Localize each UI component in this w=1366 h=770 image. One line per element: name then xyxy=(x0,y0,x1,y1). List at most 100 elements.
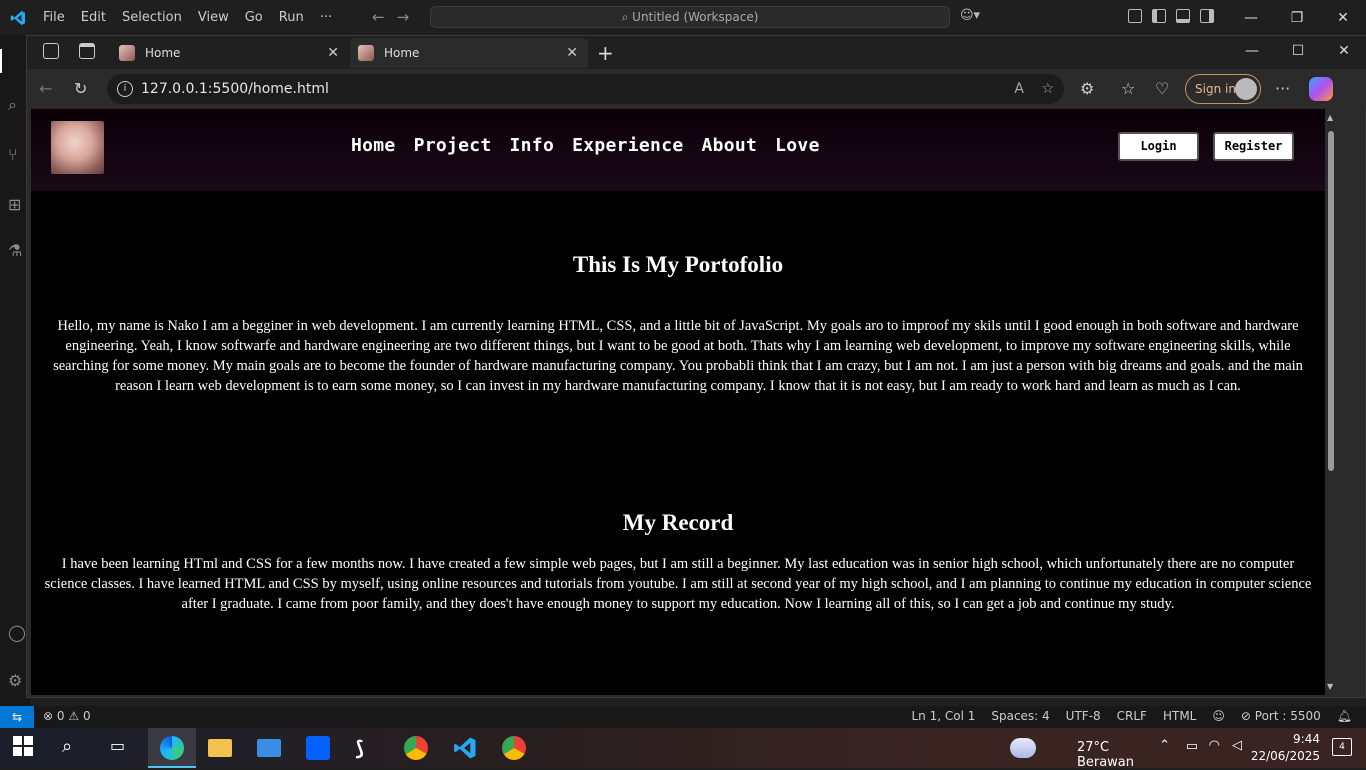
notification-center-icon[interactable]: 4 xyxy=(1332,738,1352,756)
nav-link-love[interactable]: Love xyxy=(775,135,820,156)
warning-count: 0 xyxy=(82,709,91,723)
menu-go[interactable]: Go xyxy=(237,0,271,35)
close-tab-icon[interactable]: ✕ xyxy=(566,45,578,61)
close-tab-icon[interactable]: ✕ xyxy=(327,45,339,61)
more-menu-icon[interactable]: ··· xyxy=(1275,79,1290,98)
tab-strip: Home ✕ Home ✕ + — ☐ ✕ xyxy=(27,36,1366,69)
back-arrow-icon[interactable]: ← xyxy=(372,8,397,26)
record-title: My Record xyxy=(622,510,734,535)
login-button[interactable]: Login xyxy=(1118,132,1199,161)
language-mode[interactable]: HTML xyxy=(1163,709,1196,723)
notifications-bell-icon[interactable]: 🔔︎ xyxy=(1337,709,1352,723)
minimize-icon[interactable]: — xyxy=(1229,36,1275,66)
edge-taskbar-button[interactable] xyxy=(148,728,196,768)
nav-link-experience[interactable]: Experience xyxy=(572,135,683,156)
volume-icon[interactable]: ◁ xyxy=(1232,738,1242,753)
toggle-panel-icon[interactable] xyxy=(1176,9,1190,23)
clock[interactable]: 9:44 22/06/2025 xyxy=(1251,731,1320,765)
site-favicon-icon xyxy=(358,45,374,61)
minimize-icon[interactable]: — xyxy=(1228,0,1274,35)
dropbox-icon[interactable] xyxy=(306,736,330,760)
live-server-port[interactable]: ⊘ Port : 5500 xyxy=(1241,709,1321,723)
scroll-up-icon[interactable]: ▲ xyxy=(1327,113,1333,122)
tray-chevron-icon[interactable]: ⌃ xyxy=(1159,738,1170,753)
new-tab-icon[interactable]: + xyxy=(597,41,614,65)
favorite-star-icon[interactable]: ☆ xyxy=(1041,74,1054,104)
site-logo[interactable] xyxy=(51,121,104,174)
customize-layout-icon[interactable] xyxy=(1128,9,1142,23)
account-icon[interactable]: ◯ xyxy=(8,623,28,643)
menu-run[interactable]: Run xyxy=(271,0,312,35)
encoding[interactable]: UTF-8 xyxy=(1066,709,1101,723)
command-center-search[interactable]: ⌕ Untitled (Workspace) xyxy=(430,6,950,28)
status-bar: ⇆ ⊗ 0 ⚠ 0 Ln 1, Col 1 Spaces: 4 UTF-8 CR… xyxy=(0,706,1366,728)
start-windows-icon[interactable] xyxy=(13,736,37,760)
indentation[interactable]: Spaces: 4 xyxy=(991,709,1049,723)
copilot-icon[interactable] xyxy=(1309,77,1333,101)
file-explorer-icon[interactable] xyxy=(208,739,232,757)
tab-actions-icon[interactable] xyxy=(79,43,95,59)
chrome-icon[interactable] xyxy=(404,736,428,760)
weather-cloud-icon xyxy=(1010,738,1036,758)
tab-home-2[interactable]: Home ✕ xyxy=(350,38,588,68)
restore-icon[interactable]: ❐ xyxy=(1274,0,1320,35)
mail-icon[interactable] xyxy=(257,739,281,757)
warning-icon: ⚠ xyxy=(68,709,80,723)
extensions-icon[interactable]: ⚙ xyxy=(1080,79,1094,98)
site-header: Home Project Info Experience About Love … xyxy=(31,109,1325,191)
page-scrollbar[interactable]: ▲ ▼ xyxy=(1325,109,1337,695)
testing-icon[interactable]: ⚗ xyxy=(8,241,28,261)
battery-icon[interactable]: ▭ xyxy=(1186,739,1198,754)
browser-essentials-icon[interactable]: ♡ xyxy=(1155,79,1169,98)
close-icon[interactable]: ✕ xyxy=(1320,0,1366,35)
portfolio-text: Hello, my name is Nako I am a begginer i… xyxy=(53,318,1303,394)
search-icon[interactable]: ⌕ xyxy=(8,95,28,115)
close-icon[interactable]: ✕ xyxy=(1321,36,1366,66)
weather-widget[interactable]: 27°C Berawan xyxy=(1077,740,1134,770)
task-view-icon[interactable]: ▭ xyxy=(110,736,134,760)
vscode-taskbar-icon[interactable] xyxy=(453,736,477,760)
error-icon: ⊗ xyxy=(43,709,54,723)
address-bar[interactable]: i 127.0.0.1:5500/home.html A ☆ xyxy=(107,74,1064,104)
problems-status[interactable]: ⊗ 0 ⚠ 0 xyxy=(43,709,91,723)
nav-link-about[interactable]: About xyxy=(701,135,757,156)
register-button[interactable]: Register xyxy=(1213,132,1294,161)
toggle-secondary-sidebar-icon[interactable] xyxy=(1200,9,1214,23)
cursor-position[interactable]: Ln 1, Col 1 xyxy=(911,709,975,723)
sign-in-button[interactable]: Sign in xyxy=(1185,74,1261,104)
status-right: Ln 1, Col 1 Spaces: 4 UTF-8 CRLF HTML ☺ … xyxy=(911,709,1352,723)
error-count: 0 xyxy=(56,709,65,723)
workspaces-icon[interactable] xyxy=(43,43,59,59)
refresh-icon[interactable]: ↻ xyxy=(74,79,87,98)
nav-link-project[interactable]: Project xyxy=(414,135,492,156)
settings-gear-icon[interactable]: ⚙ xyxy=(8,671,28,691)
menu-selection[interactable]: Selection xyxy=(114,0,190,35)
app-s-icon[interactable]: ⟆ xyxy=(355,736,379,760)
remote-indicator-icon[interactable]: ⇆ xyxy=(0,706,34,728)
copilot-icon[interactable]: ☺▾ xyxy=(960,8,980,23)
menu-more[interactable]: ··· xyxy=(312,0,340,35)
copilot-status-icon[interactable]: ☺ xyxy=(1212,709,1225,723)
nav-link-info[interactable]: Info xyxy=(510,135,555,156)
history-nav: ←→ xyxy=(372,8,421,26)
scroll-down-icon[interactable]: ▼ xyxy=(1327,682,1333,691)
maximize-icon[interactable]: ☐ xyxy=(1275,36,1321,66)
wifi-icon[interactable]: ◠ xyxy=(1209,738,1220,753)
line-endings[interactable]: CRLF xyxy=(1117,709,1147,723)
tab-home-1[interactable]: Home ✕ xyxy=(111,38,349,68)
menu-file[interactable]: File xyxy=(35,0,73,35)
forward-arrow-icon[interactable]: → xyxy=(397,8,422,26)
chrome-profile-icon[interactable] xyxy=(502,736,526,760)
source-control-icon[interactable]: ⑂ xyxy=(8,145,28,165)
read-aloud-icon[interactable]: A xyxy=(1014,74,1024,104)
toggle-sidebar-icon[interactable] xyxy=(1152,9,1166,23)
favorites-icon[interactable]: ☆ xyxy=(1121,79,1135,98)
nav-link-home[interactable]: Home xyxy=(351,135,396,156)
scrollbar-thumb[interactable] xyxy=(1328,131,1334,471)
back-arrow-icon[interactable]: ← xyxy=(39,79,52,98)
menu-edit[interactable]: Edit xyxy=(73,0,114,35)
extensions-icon[interactable]: ⊞ xyxy=(8,195,28,215)
menu-view[interactable]: View xyxy=(190,0,237,35)
site-info-icon[interactable]: i xyxy=(117,81,133,97)
search-icon[interactable]: ⌕ xyxy=(62,736,86,760)
